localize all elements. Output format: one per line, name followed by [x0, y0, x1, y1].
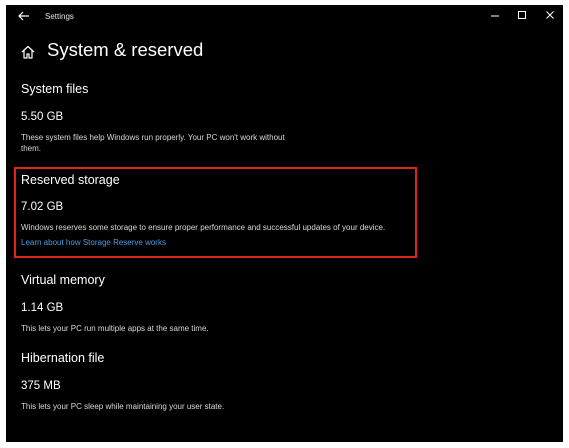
maximize-button[interactable] [511, 8, 533, 24]
hibernation-file-size: 375 MB [21, 380, 61, 392]
minimize-icon [491, 15, 499, 17]
minimize-button[interactable] [484, 8, 506, 24]
page-title: System & reserved [47, 39, 204, 60]
reserved-storage-size: 7.02 GB [21, 201, 64, 213]
settings-window: Settings System & reserved System files … [6, 5, 563, 442]
virtual-memory-description: This lets your PC run multiple apps at t… [21, 324, 209, 333]
system-files-size: 5.50 GB [21, 111, 64, 123]
storage-reserve-link[interactable]: Learn about how Storage Reserve works [21, 238, 166, 247]
app-title: Settings [45, 12, 74, 21]
close-button[interactable] [539, 8, 561, 24]
hibernation-file-description: This lets your PC sleep while maintainin… [21, 402, 225, 411]
virtual-memory-heading: Virtual memory [21, 273, 105, 287]
title-bar: Settings [6, 5, 563, 29]
maximize-icon [518, 11, 526, 19]
system-files-description: These system files help Windows run prop… [21, 133, 285, 153]
home-icon[interactable] [20, 44, 36, 60]
close-icon [546, 11, 554, 19]
virtual-memory-size: 1.14 GB [21, 302, 64, 314]
reserved-storage-heading: Reserved storage [21, 173, 120, 187]
hibernation-file-heading: Hibernation file [21, 351, 105, 365]
reserved-storage-description: Windows reserves some storage to ensure … [21, 223, 386, 232]
back-arrow-icon[interactable] [16, 8, 32, 24]
system-files-heading: System files [21, 82, 89, 96]
